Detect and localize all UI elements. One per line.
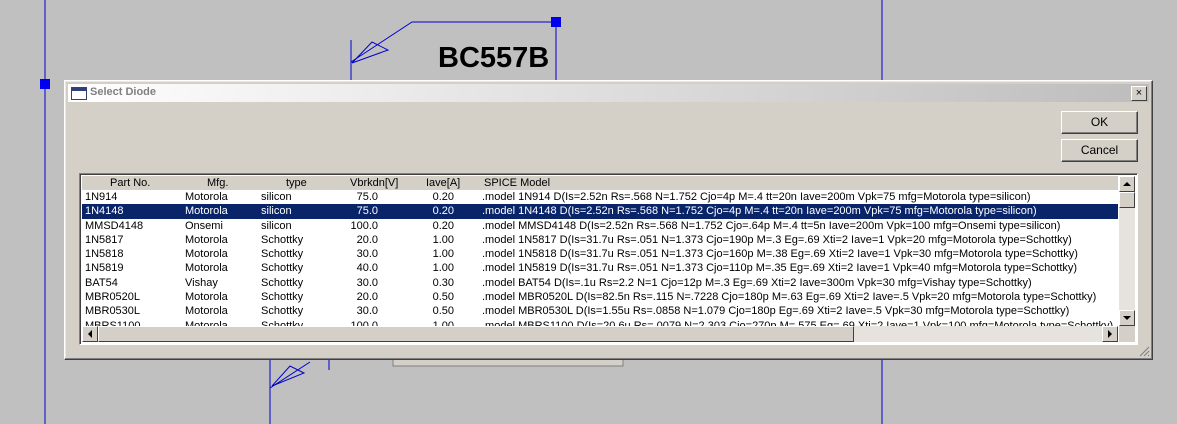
cell-vbrkdn: 75.0	[356, 191, 378, 203]
cell-spice-model: .model MMSD4148 D(Is=2.52n Rs=.568 N=1.7…	[482, 219, 1061, 232]
table-row[interactable]: 1N5818 Motorola Schottky 30.0 1.00 .model 1N5…	[82, 247, 1118, 261]
resize-grip-icon[interactable]	[1138, 345, 1150, 357]
scroll-up-button[interactable]	[1119, 176, 1135, 192]
cell-mfg: Motorola	[185, 233, 228, 246]
cell-mfg: Motorola	[185, 291, 228, 304]
cell-vbrkdn: 30.0	[356, 276, 378, 289]
cell-spice-model: .model MBR0520L D(Is=82.5n Rs=.115 N=.72…	[482, 291, 1097, 304]
transistor-label: BC557B	[438, 42, 550, 74]
cell-vbrkdn: 20.0	[356, 233, 378, 246]
cell-part-no: MBR0530L	[85, 305, 141, 318]
cell-iave: 1.00	[432, 262, 454, 275]
cell-type: Schottky	[261, 305, 304, 318]
list-header: Part No. Mfg. type Vbrkdn[V] Iave[A] SPI…	[82, 176, 1118, 190]
cell-iave: 0.50	[432, 291, 454, 304]
select-diode-dialog: Select Diode × OK Cancel Part No. Mfg. t…	[64, 80, 1153, 360]
cell-vbrkdn: 75.0	[356, 205, 378, 218]
cell-type: silicon	[261, 219, 292, 232]
arrow-right-icon	[1108, 330, 1112, 338]
cell-part-no: 1N4148	[85, 205, 124, 218]
cell-type: silicon	[261, 205, 292, 218]
cell-part-no: 1N5819	[85, 262, 124, 275]
cell-vbrkdn: 30.0	[356, 305, 378, 318]
cell-part-no: MBR0520L	[85, 291, 141, 304]
list-rows: 1N914 Motorola silicon 75.0 0.20 .model 1N914…	[82, 190, 1118, 333]
cell-mfg: Onsemi	[185, 219, 223, 232]
column-header-type[interactable]: type	[286, 176, 307, 190]
cell-iave: 1.00	[432, 233, 454, 246]
column-header-spice-model[interactable]: SPICE Model	[484, 176, 550, 190]
cell-type: Schottky	[261, 248, 304, 261]
column-header-mfg[interactable]: Mfg.	[207, 176, 228, 190]
cell-iave: 0.20	[432, 219, 454, 232]
cell-spice-model: .model 1N5819 D(Is=31.7u Rs=.051 N=1.373…	[482, 262, 1078, 275]
vertical-scroll-thumb[interactable]	[1119, 192, 1135, 208]
cell-mfg: Motorola	[185, 205, 228, 218]
cell-part-no: BAT54	[85, 276, 118, 289]
cell-vbrkdn: 30.0	[356, 248, 378, 261]
cell-iave: 0.50	[432, 305, 454, 318]
table-row[interactable]: 1N5817 Motorola Schottky 20.0 1.00 .model 1N5…	[82, 233, 1118, 247]
cell-iave: 0.20	[432, 205, 454, 218]
column-header-part[interactable]: Part No.	[110, 176, 150, 190]
arrow-left-icon	[88, 330, 92, 338]
table-row[interactable]: 1N5819 Motorola Schottky 40.0 1.00 .model 1N5…	[82, 261, 1118, 275]
cancel-button[interactable]: Cancel	[1061, 139, 1138, 162]
table-row[interactable]: MBR0530L Motorola Schottky 30.0 0.50 .model M…	[82, 304, 1118, 318]
cell-iave: 0.30	[432, 276, 454, 289]
vertical-scrollbar[interactable]	[1119, 176, 1135, 326]
table-row[interactable]: 1N914 Motorola silicon 75.0 0.20 .model 1N914…	[82, 190, 1118, 204]
horizontal-scrollbar[interactable]	[82, 326, 1118, 342]
table-row[interactable]: MBR0520L Motorola Schottky 20.0 0.50 .model M…	[82, 290, 1118, 304]
horizontal-scroll-thumb[interactable]	[98, 326, 854, 342]
cell-type: Schottky	[261, 262, 304, 275]
cell-mfg: Vishay	[185, 276, 218, 289]
cell-part-no: 1N5817	[85, 233, 124, 246]
ok-button[interactable]: OK	[1061, 111, 1138, 134]
cell-spice-model: .model BAT54 D(Is=.1u Rs=2.2 N=1 Cjo=12p…	[482, 276, 1032, 289]
table-row[interactable]: BAT54 Vishay Schottky 30.0 0.30 .model BAT54 …	[82, 276, 1118, 290]
arrow-up-icon	[1123, 182, 1131, 186]
cell-iave: 1.00	[432, 248, 454, 261]
cell-mfg: Motorola	[185, 248, 228, 261]
arrow-down-icon	[1123, 316, 1131, 320]
wire-node-marker[interactable]	[40, 79, 50, 89]
cell-part-no: 1N914	[85, 191, 118, 203]
scroll-left-button[interactable]	[82, 326, 98, 342]
cell-spice-model: .model 1N4148 D(Is=2.52n Rs=.568 N=1.752…	[482, 205, 1037, 218]
cell-vbrkdn: 40.0	[356, 262, 378, 275]
cell-spice-model: .model MBR0530L D(Is=1.55u Rs=.0858 N=1.…	[482, 305, 1070, 318]
cell-type: Schottky	[261, 233, 304, 246]
cell-mfg: Motorola	[185, 305, 228, 318]
cell-mfg: Motorola	[185, 262, 228, 275]
column-header-vbrkdn[interactable]: Vbrkdn[V]	[350, 176, 398, 190]
table-row[interactable]: MMSD4148 Onsemi silicon 100.0 0.20 .model MMS…	[82, 219, 1118, 233]
close-button[interactable]: ×	[1131, 86, 1147, 101]
cell-type: Schottky	[261, 291, 304, 304]
cell-spice-model: .model 1N914 D(Is=2.52n Rs=.568 N=1.752 …	[482, 191, 1031, 203]
dialog-title: Select Diode	[90, 86, 157, 98]
cell-spice-model: .model 1N5818 D(Is=31.7u Rs=.051 N=1.373…	[482, 248, 1078, 261]
cell-iave: 0.20	[432, 191, 454, 203]
cell-vbrkdn: 20.0	[356, 291, 378, 304]
cell-type: silicon	[261, 191, 292, 203]
cell-vbrkdn: 100.0	[350, 219, 378, 232]
window-icon	[71, 87, 87, 100]
cell-type: Schottky	[261, 276, 304, 289]
wire-node-marker[interactable]	[551, 17, 561, 27]
cell-spice-model: .model 1N5817 D(Is=31.7u Rs=.051 N=1.373…	[482, 233, 1072, 246]
cell-part-no: 1N5818	[85, 248, 124, 261]
diode-list[interactable]: Part No. Mfg. type Vbrkdn[V] Iave[A] SPI…	[79, 173, 1138, 345]
dialog-titlebar[interactable]: Select Diode ×	[68, 84, 1149, 102]
table-row[interactable]: 1N4148 Motorola silicon 75.0 0.20 .model 1N41…	[82, 204, 1118, 219]
column-header-iave[interactable]: Iave[A]	[426, 176, 460, 190]
cell-mfg: Motorola	[185, 191, 228, 203]
cell-part-no: MMSD4148	[85, 219, 144, 232]
scroll-down-button[interactable]	[1119, 310, 1135, 326]
scroll-right-button[interactable]	[1102, 326, 1118, 342]
scrollbar-corner	[1119, 326, 1135, 342]
